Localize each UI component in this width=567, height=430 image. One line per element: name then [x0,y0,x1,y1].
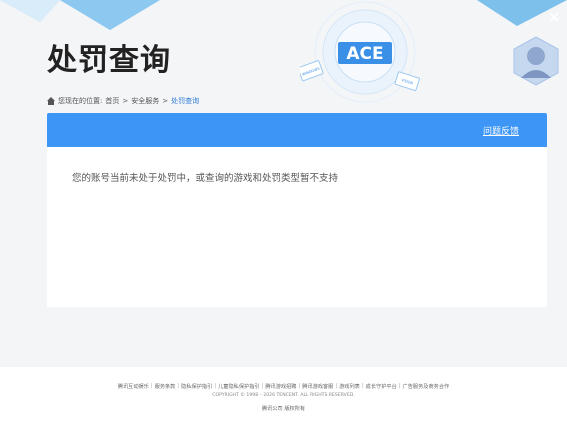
footer-link[interactable]: 儿童隐私保护指引 [218,383,260,390]
footer-link[interactable]: 成长守护平台 [366,383,397,390]
breadcrumb-security[interactable]: 安全服务 [131,96,159,106]
footer-link[interactable]: 腾讯游戏客服 [302,383,333,390]
footer-link[interactable]: 腾讯互动娱乐 [118,383,149,390]
close-icon[interactable] [549,12,559,22]
breadcrumb-separator: > [122,97,129,105]
ace-logo-text: ACE [346,44,383,64]
page-title: 处罚查询 [47,43,171,78]
breadcrumb-home[interactable]: 首页 [105,96,119,106]
breadcrumb-current: 处罚查询 [171,97,200,105]
home-icon [47,97,55,105]
company-text: 腾讯公司 版权所有 [261,406,306,412]
breadcrumb-prefix: 您现在的位置: [58,97,103,105]
footer-link[interactable]: 隐私保护指引 [181,383,212,390]
breadcrumb: 您现在的位置: 首页 > 安全服务 > 处罚查询 [47,96,199,106]
footer: 腾讯互动娱乐 | 服务条款 | 隐私保护指引 | 儿童隐私保护指引 | 腾讯游戏招聘 | … [0,367,567,430]
copyright-text: COPYRIGHT © 1998 – 2026 TENCENT. ALL RIG… [212,393,355,398]
panel-header: 问题反馈 [47,113,547,147]
footer-link[interactable]: 腾讯游戏招聘 [265,383,296,390]
footer-links: 腾讯互动娱乐 | 服务条款 | 隐私保护指引 | 儿童隐私保护指引 | 腾讯游戏招聘 | … [117,383,450,390]
decor-left-triangles [0,0,160,30]
ace-logo-hero: ACE WINDOWS VISION [300,1,420,103]
portrait-avatar [513,36,559,86]
breadcrumb-separator: > [162,97,169,105]
footer-link[interactable]: 广告服务及商务合作 [403,383,450,390]
feedback-link[interactable]: 问题反馈 [483,124,519,137]
decor-right-triangles [417,0,567,26]
footer-link[interactable]: 服务条款 [155,383,176,390]
panel-body: 您的账号当前未处于处罚中，或查询的游戏和处罚类型暂不支持 [47,147,547,307]
result-message: 您的账号当前未处于处罚中，或查询的游戏和处罚类型暂不支持 [72,173,339,184]
footer-link[interactable]: 游戏列表 [339,383,360,390]
